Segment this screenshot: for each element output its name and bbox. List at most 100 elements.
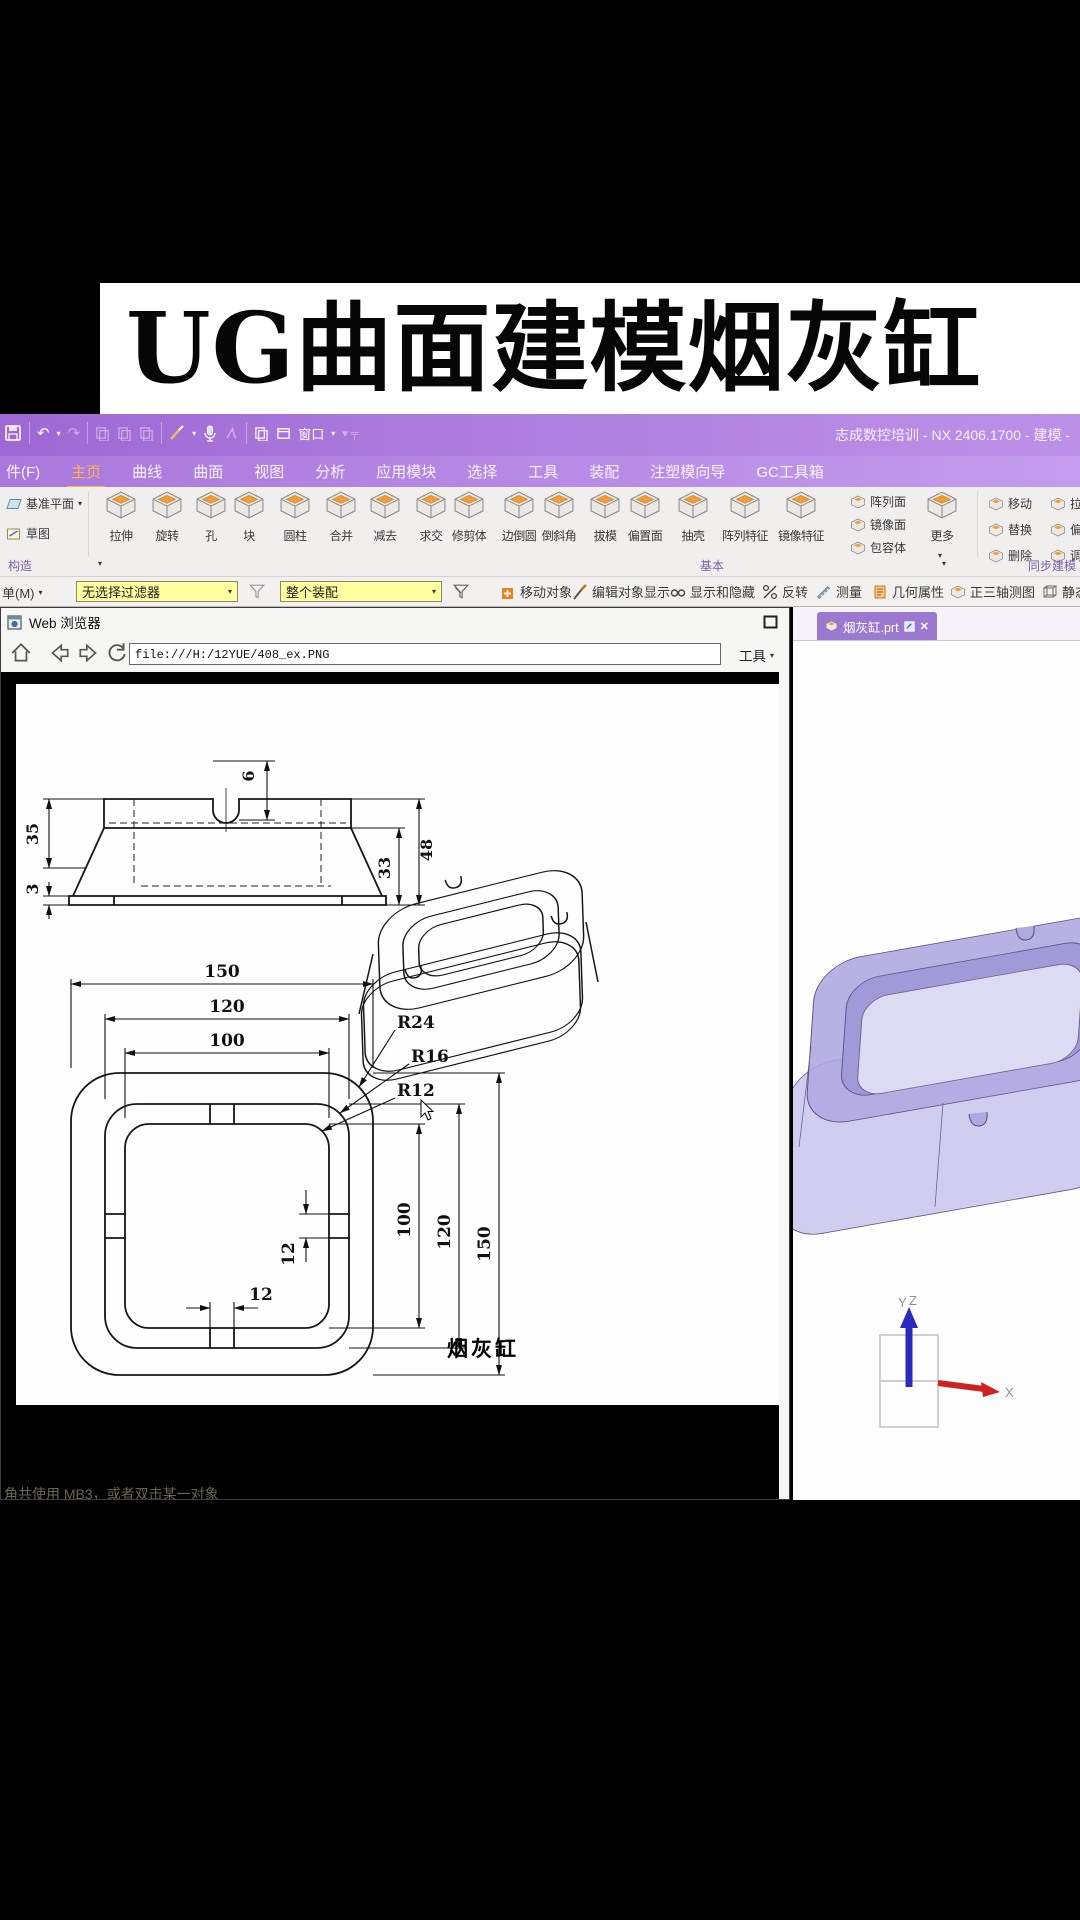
action-show-hide[interactable]: 显示和隐藏 bbox=[670, 582, 755, 601]
selection-filter-combo[interactable]: 无选择过滤器 ▾ bbox=[76, 581, 238, 602]
part-tab[interactable]: 烟灰缸.prt ✕ bbox=[817, 612, 937, 640]
forward-icon[interactable] bbox=[77, 641, 101, 665]
offset-icon bbox=[1050, 523, 1066, 537]
tab-select[interactable]: 选择 bbox=[465, 461, 499, 482]
undo-caret-icon[interactable]: ▾ bbox=[57, 429, 61, 438]
refresh-icon[interactable] bbox=[105, 641, 129, 665]
url-input[interactable]: file:///H:/12YUE/408_ex.PNG bbox=[129, 643, 721, 665]
sync-replace[interactable]: 替换 bbox=[988, 521, 1032, 538]
tab-application[interactable]: 应用模块 bbox=[374, 461, 438, 482]
divider bbox=[161, 422, 163, 444]
tab-analysis[interactable]: 分析 bbox=[313, 461, 347, 482]
x-axis-label: X bbox=[1005, 1385, 1014, 1400]
tab-gc-toolbox[interactable]: GC工具箱 bbox=[754, 461, 826, 482]
tool-trim-body[interactable]: 修剪体 bbox=[444, 490, 494, 544]
save-icon[interactable] bbox=[4, 424, 22, 442]
tool-unite[interactable]: 合并 bbox=[316, 490, 366, 544]
tool-pattern-feature[interactable]: 阵列特征 bbox=[716, 490, 774, 544]
basic-dialog-icon[interactable]: ▾ bbox=[942, 559, 946, 568]
browser-content: 角共使用 MB3，或者双击某一对象 35 3 6 48 33 100 120 1… bbox=[1, 672, 779, 1499]
cut-icon[interactable] bbox=[95, 426, 110, 441]
tool-extrude[interactable]: 拉伸 bbox=[96, 490, 146, 544]
action-static-wireframe[interactable]: 静态 bbox=[1042, 582, 1080, 601]
snap-point-icon[interactable] bbox=[452, 584, 470, 600]
action-trimetric-view[interactable]: 正三轴测图 bbox=[950, 582, 1035, 601]
sync-delete[interactable]: 删除 bbox=[988, 547, 1032, 564]
tool-shell[interactable]: 抽壳 bbox=[668, 490, 718, 544]
dim-top-150: 150 bbox=[204, 962, 240, 982]
redo-icon[interactable]: ↷ bbox=[68, 424, 81, 442]
tool-more[interactable]: 更多 bbox=[916, 490, 968, 544]
tool-chamfer[interactable]: 倒斜角 bbox=[534, 490, 584, 544]
dim-35: 35 bbox=[23, 823, 42, 845]
tool-mirror-face[interactable]: 镜像面 bbox=[850, 516, 906, 533]
ashtray-3d-model[interactable] bbox=[793, 907, 1080, 1237]
tool-offset-face[interactable]: 偏置面 bbox=[620, 490, 670, 544]
tab-surface[interactable]: 曲面 bbox=[191, 461, 225, 482]
tab-home[interactable]: 主页 bbox=[67, 461, 106, 489]
action-move-object[interactable]: 移动对象 bbox=[500, 582, 572, 601]
home-icon[interactable] bbox=[9, 641, 33, 665]
new-window-icon[interactable] bbox=[254, 426, 269, 441]
tool-revolve[interactable]: 旋转 bbox=[142, 490, 192, 544]
undo-icon[interactable]: ↶ bbox=[37, 424, 50, 442]
wcs-triad[interactable]: Y Z X bbox=[868, 1295, 1018, 1455]
tab-mold-wizard[interactable]: 注塑模向导 bbox=[648, 461, 727, 482]
status-message: 角共使用 MB3，或者双击某一对象 bbox=[4, 1486, 219, 1499]
action-geometric-properties[interactable]: 几何属性 bbox=[872, 582, 944, 601]
nx-viewport[interactable]: 烟灰缸.prt ✕ Y Z X bbox=[793, 607, 1080, 1500]
tool-cylinder[interactable]: 圆柱 bbox=[270, 490, 320, 544]
format-brush-icon[interactable] bbox=[169, 425, 185, 441]
tab-file[interactable]: 件(F) bbox=[4, 461, 42, 482]
close-icon[interactable]: ✕ bbox=[920, 620, 929, 633]
browser-titlebar[interactable]: Web 浏览器 bbox=[1, 608, 789, 636]
filter-icon[interactable] bbox=[248, 584, 266, 600]
window-menu[interactable]: 窗口 bbox=[298, 424, 324, 443]
ribbon-options-icon[interactable]: ▾ ╤ bbox=[342, 427, 358, 440]
offset-face-icon bbox=[627, 490, 663, 520]
selection-scope-combo[interactable]: 整个装配 ▾ bbox=[280, 581, 442, 602]
datum-plane-button[interactable]: 基准平面 ▾ bbox=[6, 495, 82, 512]
tab-view[interactable]: 视图 bbox=[252, 461, 286, 482]
window-caret-icon[interactable]: ▾ bbox=[331, 429, 335, 438]
microphone-icon[interactable] bbox=[203, 425, 217, 442]
tab-curve[interactable]: 曲线 bbox=[130, 461, 164, 482]
sync-move[interactable]: 移动 bbox=[988, 495, 1032, 512]
brush-caret-icon[interactable]: ▾ bbox=[192, 429, 196, 438]
modified-icon[interactable] bbox=[903, 620, 915, 632]
sketch-button[interactable]: 草图 bbox=[6, 525, 50, 542]
tool-bounding-body[interactable]: 包容体 bbox=[850, 539, 906, 556]
tool-block[interactable]: 块 bbox=[224, 490, 274, 544]
construct-dialog-icon[interactable]: ▾ bbox=[98, 559, 102, 568]
group-label-construct: 构造 bbox=[8, 559, 33, 573]
action-edit-object-display[interactable]: 编辑对象显示 bbox=[572, 582, 670, 601]
copy-icon[interactable] bbox=[117, 426, 132, 441]
paste-icon[interactable] bbox=[139, 426, 154, 441]
sync-pull-face[interactable]: 拉动面 bbox=[1050, 495, 1080, 512]
sync-offset[interactable]: 偏置 bbox=[1050, 521, 1080, 538]
action-invert[interactable]: 反转 bbox=[762, 582, 808, 601]
tab-tools[interactable]: 工具 bbox=[526, 461, 560, 482]
drawing-sheet bbox=[16, 684, 779, 1405]
tool-mirror-feature[interactable]: 镜像特征 bbox=[772, 490, 830, 544]
tab-assembly[interactable]: 装配 bbox=[587, 461, 621, 482]
command-finder-icon[interactable] bbox=[224, 426, 239, 441]
back-icon[interactable] bbox=[47, 641, 71, 665]
static-wireframe-icon bbox=[1043, 584, 1057, 598]
ribbon: 基准平面 ▾ 草图 构造 ▾ 拉伸 旋转 孔 块 圆柱 合并 减去 求交 修剪体 … bbox=[0, 487, 1080, 577]
trimetric-view-icon bbox=[950, 584, 966, 600]
divider bbox=[87, 422, 89, 444]
invert-icon bbox=[762, 584, 778, 599]
x-axis-arrow[interactable] bbox=[937, 1380, 985, 1392]
action-measure[interactable]: 测量 bbox=[816, 582, 862, 601]
menu-button[interactable]: 单(M) ▾ bbox=[2, 583, 43, 602]
tool-subtract[interactable]: 减去 bbox=[360, 490, 410, 544]
video-title-banner: UG曲面建模烟灰缸 bbox=[100, 283, 1080, 414]
edit-display-brush-icon bbox=[573, 583, 587, 600]
pattern-feature-icon bbox=[727, 490, 763, 520]
tool-pattern-face[interactable]: 阵列面 bbox=[850, 493, 906, 510]
maximize-icon[interactable] bbox=[763, 615, 778, 629]
browser-tools-menu[interactable]: 工具 ▾ bbox=[739, 645, 774, 665]
window-icon[interactable] bbox=[276, 426, 291, 441]
cylinder-icon bbox=[277, 490, 313, 520]
